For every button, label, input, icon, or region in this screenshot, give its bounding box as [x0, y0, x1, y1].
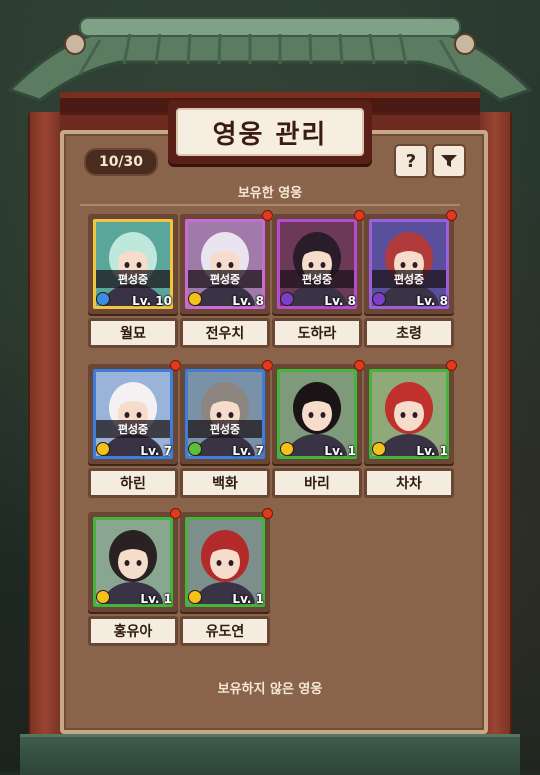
title-plate: 영웅 관리 — [168, 100, 372, 164]
portrait-eye-left — [400, 412, 406, 418]
card-frame: 편성중 Lv. 10 — [88, 214, 178, 314]
hero-level: Lv. 1 — [232, 592, 264, 606]
card-frame: Lv. 1 — [272, 364, 362, 464]
card-frame: Lv. 1 — [180, 512, 270, 612]
hero-level: Lv. 1 — [324, 444, 356, 458]
left-pillar — [30, 112, 60, 742]
equipped-badge: 편성중 — [96, 270, 170, 288]
hero-card[interactable]: 편성중 Lv. 7 백화 — [180, 360, 273, 502]
card-frame: 편성중 Lv. 7 — [180, 364, 270, 464]
hero-count-badge: 10/30 — [84, 148, 158, 176]
portrait-eye-right — [136, 262, 142, 268]
portrait-eye-left — [400, 262, 406, 268]
hero-name: 유도연 — [180, 616, 270, 646]
portrait-eye-right — [136, 560, 142, 566]
portrait-eye-right — [412, 412, 418, 418]
portrait-eye-left — [308, 262, 314, 268]
hero-name: 초령 — [364, 318, 454, 348]
card-frame: Lv. 1 — [88, 512, 178, 612]
equipped-badge: 편성중 — [280, 270, 354, 288]
rarity-coin-icon — [188, 292, 202, 306]
rarity-coin-icon — [188, 442, 202, 456]
hero-name: 차차 — [364, 468, 454, 498]
hero-card[interactable]: Lv. 1 유도연 — [180, 508, 273, 650]
portrait-eye-right — [320, 412, 326, 418]
portrait-eye-left — [124, 262, 130, 268]
rarity-coin-icon — [188, 590, 202, 604]
card-frame: 편성중 Lv. 7 — [88, 364, 178, 464]
portrait-eye-right — [228, 412, 234, 418]
filter-button[interactable] — [432, 144, 466, 178]
portrait-eye-left — [216, 412, 222, 418]
hero-level: Lv. 1 — [416, 444, 448, 458]
portrait-eye-left — [308, 412, 314, 418]
portrait-eye-left — [216, 262, 222, 268]
rarity-coin-icon — [280, 292, 294, 306]
equipped-badge: 편성중 — [96, 420, 170, 438]
portrait-eye-right — [228, 560, 234, 566]
hero-level: Lv. 10 — [132, 294, 172, 308]
portrait-eye-right — [412, 262, 418, 268]
hero-name: 바리 — [272, 468, 362, 498]
card-frame: Lv. 1 — [364, 364, 454, 464]
hero-name: 전우치 — [180, 318, 270, 348]
hero-level: Lv. 8 — [232, 294, 264, 308]
hero-card[interactable]: 편성중 Lv. 8 초령 — [364, 210, 457, 352]
help-icon: ? — [405, 150, 417, 172]
hero-level: Lv. 7 — [140, 444, 172, 458]
owned-heroes-label: 보유한 영웅 — [237, 186, 303, 201]
card-frame: 편성중 Lv. 8 — [180, 214, 270, 314]
not-owned-heroes-label: 보유하지 않은 영웅 — [217, 682, 323, 697]
floor-decoration — [20, 734, 520, 775]
hero-level: Lv. 8 — [416, 294, 448, 308]
hero-level: Lv. 7 — [232, 444, 264, 458]
page-title: 영웅 관리 — [176, 108, 364, 156]
equipped-badge: 편성중 — [372, 270, 446, 288]
rarity-coin-icon — [96, 590, 110, 604]
notification-dot-icon — [262, 508, 273, 519]
rarity-coin-icon — [96, 442, 110, 456]
notification-dot-icon — [446, 210, 457, 221]
hero-card[interactable]: Lv. 1 홍유아 — [88, 508, 181, 650]
card-frame: 편성중 Lv. 8 — [272, 214, 362, 314]
hero-card[interactable]: 편성중 Lv. 8 도하라 — [272, 210, 365, 352]
notification-dot-icon — [446, 360, 457, 371]
rarity-coin-icon — [372, 292, 386, 306]
hero-card[interactable]: 편성중 Lv. 7 하린 — [88, 360, 181, 502]
portrait-eye-right — [320, 262, 326, 268]
hero-name: 도하라 — [272, 318, 362, 348]
portrait-eye-left — [124, 412, 130, 418]
hero-card[interactable]: Lv. 1 차차 — [364, 360, 457, 502]
hero-name: 홍유아 — [88, 616, 178, 646]
hero-level: Lv. 1 — [140, 592, 172, 606]
section-divider — [80, 204, 460, 206]
hero-name: 하린 — [88, 468, 178, 498]
hero-name: 백화 — [180, 468, 270, 498]
hero-card[interactable]: Lv. 1 바리 — [272, 360, 365, 502]
filter-icon — [441, 155, 457, 167]
portrait-eye-right — [136, 412, 142, 418]
hero-card[interactable]: 편성중 Lv. 10 월묘 — [88, 214, 178, 352]
rarity-coin-icon — [280, 442, 294, 456]
card-frame: 편성중 Lv. 8 — [364, 214, 454, 314]
equipped-badge: 편성중 — [188, 420, 262, 438]
portrait-eye-left — [216, 560, 222, 566]
portrait-eye-left — [124, 560, 130, 566]
hero-name: 월묘 — [88, 318, 178, 348]
rarity-coin-icon — [372, 442, 386, 456]
hero-card[interactable]: 편성중 Lv. 8 전우치 — [180, 210, 273, 352]
portrait-eye-right — [228, 262, 234, 268]
rarity-coin-icon — [96, 292, 110, 306]
hero-level: Lv. 8 — [324, 294, 356, 308]
equipped-badge: 편성중 — [188, 270, 262, 288]
help-button[interactable]: ? — [394, 144, 428, 178]
